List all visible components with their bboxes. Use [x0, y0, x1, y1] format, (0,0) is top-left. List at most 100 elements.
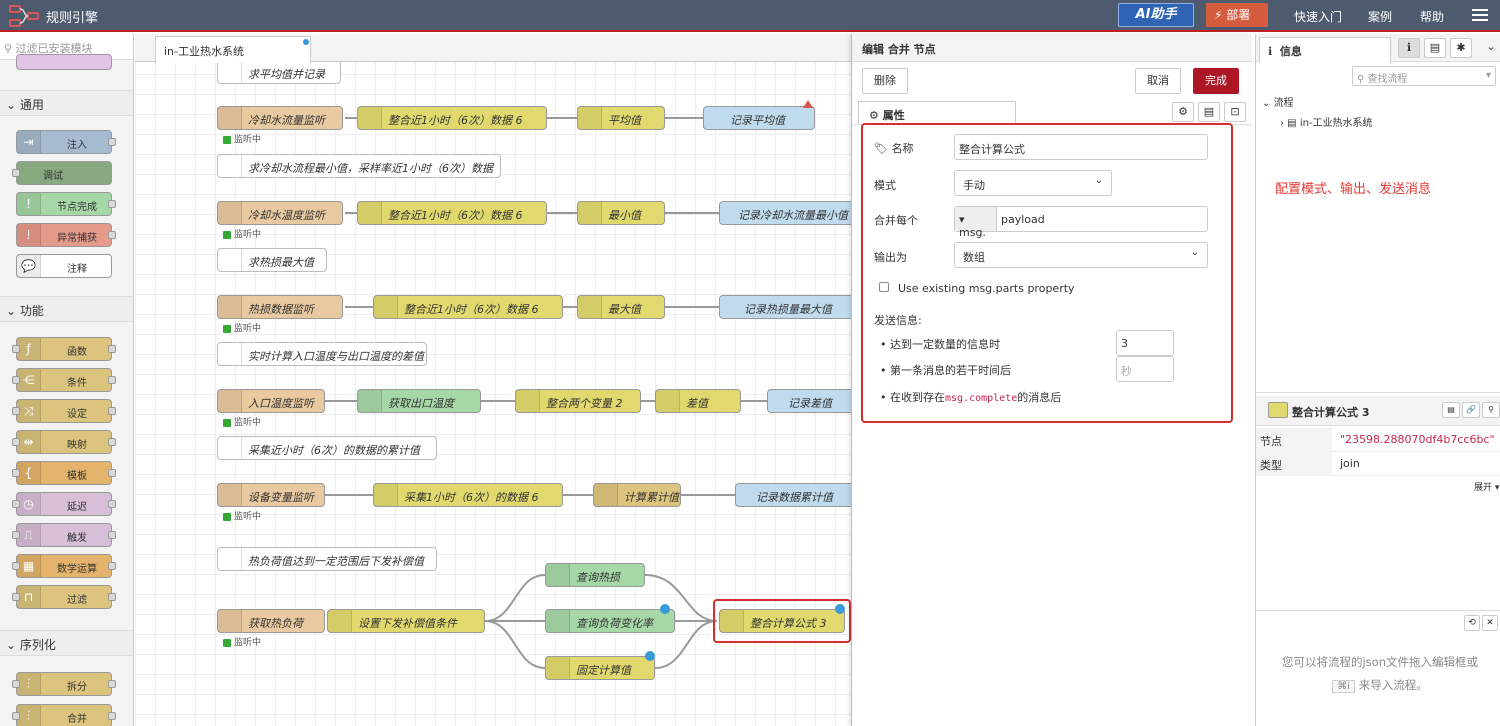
flow-node[interactable]: 冷却水流量监听 — [217, 106, 343, 130]
chevron-down-icon[interactable]: ⌄ — [1480, 38, 1500, 58]
mode-select[interactable]: 手动 ⌄ — [954, 170, 1112, 196]
flow-node[interactable]: 查询热损 — [545, 563, 645, 587]
warning-triangle-icon — [803, 100, 813, 108]
palette-node-template[interactable]: {模板 — [12, 461, 116, 485]
flow-node[interactable]: 计算累计值 — [593, 483, 681, 507]
send-count-input[interactable]: 3 — [1116, 330, 1174, 356]
flow-node[interactable]: 固定计算值 — [545, 656, 655, 680]
flow-node[interactable]: 采集1小时（6次）的数据 6 — [373, 483, 563, 507]
flow-search-input[interactable]: ⚲ 查找流程 ▾ — [1352, 66, 1496, 86]
tab-info[interactable]: ℹ 信息 — [1259, 37, 1391, 63]
palette-category-sequence[interactable]: ⌄ 序列化 — [0, 630, 133, 656]
top-header: 规则引擎 AI助手 ⚡ 部署 快速入门 案例 帮助 — [0, 0, 1500, 32]
combine-typed-input[interactable]: ▾ msg. payload — [954, 206, 1208, 239]
tree-root[interactable]: ⌄ 流程 — [1262, 94, 1294, 109]
expand-link[interactable]: 展开 ▾ — [1474, 480, 1499, 493]
palette-node-join[interactable]: ⫶ 合并 — [12, 704, 116, 726]
palette-node-function[interactable]: ƒ 函数 — [12, 337, 116, 361]
palette-node-filter[interactable]: ⊓ 过滤 — [12, 585, 116, 609]
flow-node[interactable]: 热损数据监听 — [217, 295, 343, 319]
cancel-button[interactable]: 取消 — [1135, 68, 1181, 94]
flow-node[interactable]: 获取出口温度 — [357, 389, 481, 413]
ai-assistant-button[interactable]: AI助手 — [1118, 3, 1194, 27]
palette-node-range[interactable]: ⇹ 映射 — [12, 430, 116, 454]
palette-node-trigger[interactable]: ⎍ 触发 — [12, 523, 116, 547]
palette-node-comment[interactable]: 💬 注释 — [16, 254, 112, 278]
flow-node[interactable]: 整合两个变量 2 — [515, 389, 641, 413]
palette-node-delay[interactable]: ◷ 延迟 — [12, 492, 116, 516]
search-icon[interactable]: ⚲ — [1482, 402, 1500, 418]
deploy-button[interactable]: ⚡ 部署 — [1206, 3, 1268, 27]
flow-node[interactable]: 记录数据累计值 — [735, 483, 851, 507]
name-input[interactable]: 整合计算公式 — [954, 134, 1208, 160]
tab-properties[interactable]: ⚙ 属性 — [858, 101, 1016, 125]
flow-node[interactable]: 最大值 — [577, 295, 665, 319]
send-time-input[interactable]: 秒 — [1116, 356, 1174, 382]
tab-flow[interactable]: in-工业热水系统 — [155, 36, 311, 63]
editor-tray: 编辑 合并 节点 删除 取消 完成 ⚙ 属性 ⚙ ▤ ⊡ 🏷 名称 整合计算公式… — [851, 34, 1252, 726]
palette-node-switch[interactable]: ⋲ 条件 — [12, 368, 116, 392]
main-menu-icon[interactable] — [1472, 6, 1488, 24]
palette-node-debug[interactable]: 调试 — [12, 161, 112, 185]
use-parts-checkbox[interactable] — [879, 282, 889, 292]
info-icon[interactable]: ℹ — [1398, 38, 1420, 58]
flow-node[interactable]: 入口温度监听 — [217, 389, 325, 413]
book-icon[interactable]: ▤ — [1424, 38, 1446, 58]
comment-node[interactable]: 实时计算入口温度与出口温度的差值 — [217, 342, 427, 366]
palette-node-split[interactable]: ⫶ 拆分 — [12, 672, 116, 696]
flow-node[interactable]: 差值 — [655, 389, 741, 413]
palette-node-change[interactable]: ⤨ 设定 — [12, 399, 116, 423]
comment-node[interactable]: 热负荷值达到一定范围后下发补偿值 — [217, 547, 437, 571]
description-icon[interactable]: ▤ — [1198, 102, 1220, 122]
type-selector[interactable]: ▾ msg. — [955, 207, 997, 239]
comment-node[interactable]: 求热损最大值 — [217, 248, 327, 272]
quick-start-link[interactable]: 快速入门 — [1294, 8, 1342, 25]
cases-link[interactable]: 案例 — [1368, 8, 1392, 25]
flow-node[interactable]: 记录差值 — [767, 389, 851, 413]
flow-node[interactable]: 记录冷却水流量最小值 — [719, 201, 851, 225]
node-label: 整合近1小时（6次）数据 6 — [388, 114, 523, 127]
delete-button[interactable]: 删除 — [862, 68, 908, 94]
output-select[interactable]: 数组 ⌄ — [954, 242, 1208, 268]
palette-category-common[interactable]: ⌄ 通用 — [0, 90, 133, 116]
node-label: 记录数据累计值 — [756, 491, 833, 504]
flow-node[interactable]: 整合近1小时（6次）数据 6 — [357, 106, 547, 130]
bug-icon[interactable]: ✱ — [1450, 38, 1472, 58]
appearance-icon[interactable]: ⊡ — [1224, 102, 1246, 122]
palette-node-math[interactable]: ▦ 数学运算 — [12, 554, 116, 578]
combine-value: payload — [1001, 213, 1045, 226]
flow-node[interactable]: 查询负荷变化率 — [545, 609, 675, 633]
flow-node[interactable]: 最小值 — [577, 201, 665, 225]
palette-node-partial[interactable] — [16, 54, 112, 70]
flow-node[interactable]: 记录平均值 — [703, 106, 815, 130]
flow-node[interactable]: 记录热损量最大值 — [719, 295, 851, 319]
switch-icon: ⋲ — [17, 369, 41, 391]
comment-node[interactable]: 求平均值并记录 — [217, 60, 341, 84]
comment-node[interactable]: 采集近小时（6次）的数据的累计值 — [217, 436, 437, 460]
flow-workspace[interactable]: 求平均值并记录 求冷却水流程最小值，采样率近1小时（6次）数据 求热损最大值 实… — [135, 34, 851, 726]
flow-node[interactable]: 获取热负荷 — [217, 609, 325, 633]
palette-category-function[interactable]: ⌄ 功能 — [0, 296, 133, 322]
flow-node[interactable]: 设置下发补偿值条件 — [327, 609, 485, 633]
selected-join-node[interactable]: 整合计算公式 3 — [719, 609, 845, 633]
help-link[interactable]: 帮助 — [1420, 8, 1444, 25]
copy-icon[interactable]: ▤ — [1442, 402, 1460, 418]
flow-node[interactable]: 平均值 — [577, 106, 665, 130]
link-icon[interactable]: 🔗 — [1462, 402, 1480, 418]
refresh-icon[interactable]: ⟲ — [1464, 615, 1480, 631]
tree-item-flow[interactable]: › ▤ in-工业热水系统 — [1280, 114, 1373, 129]
calculator-icon: ▦ — [17, 555, 41, 577]
palette-node-catch[interactable]: ! 异常捕获 — [16, 223, 116, 247]
palette-node-inject[interactable]: ⇥ 注入 — [16, 130, 116, 154]
comment-node[interactable]: 求冷却水流程最小值，采样率近1小时（6次）数据 — [217, 154, 501, 178]
palette-node-complete[interactable]: ! 节点完成 — [16, 192, 116, 216]
flow-node[interactable]: 冷却水温度监听 — [217, 201, 343, 225]
flow-node[interactable]: 整合近1小时（6次）数据 6 — [357, 201, 547, 225]
palette-node-label: 调试 — [43, 171, 63, 182]
flow-node[interactable]: 设备变量监听 — [217, 483, 325, 507]
flow-node[interactable]: 整合近1小时（6次）数据 6 — [373, 295, 563, 319]
send-count-label: • 达到一定数量的信息时 — [880, 338, 1000, 351]
settings-icon[interactable]: ⚙ — [1172, 102, 1194, 122]
close-icon[interactable]: ✕ — [1482, 615, 1498, 631]
done-button[interactable]: 完成 — [1193, 68, 1239, 94]
